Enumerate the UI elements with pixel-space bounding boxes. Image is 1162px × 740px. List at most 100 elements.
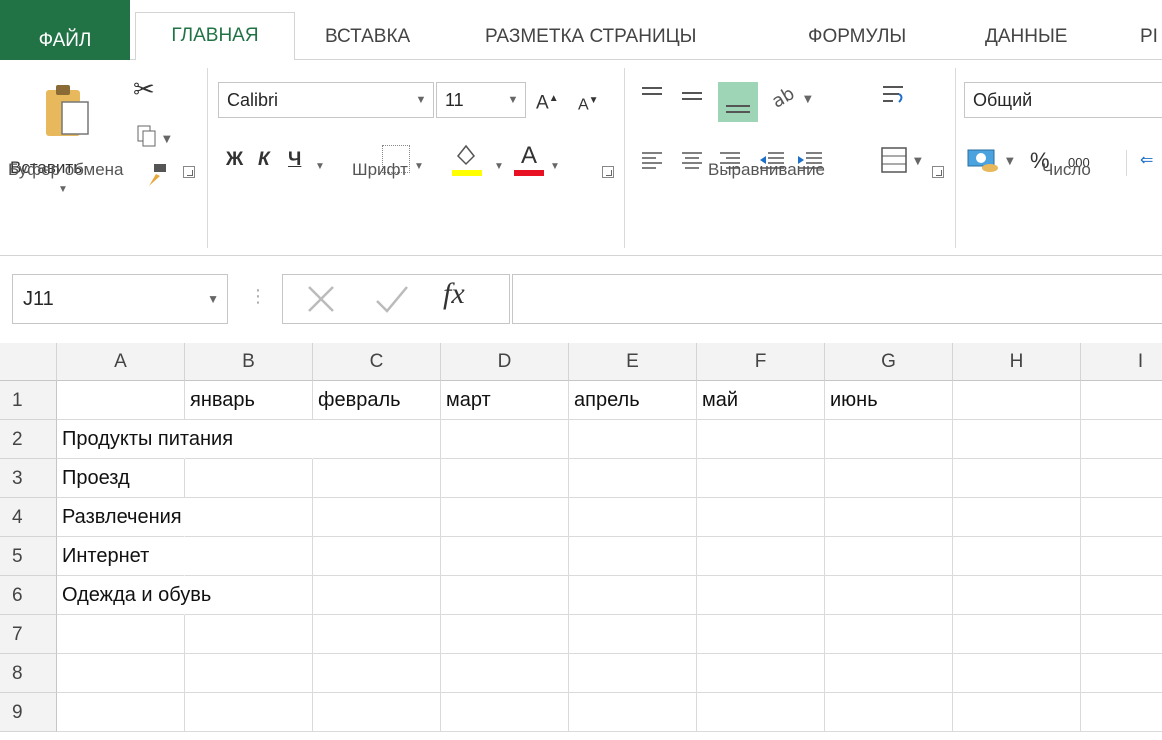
tab-home[interactable]: ГЛАВНАЯ (135, 12, 295, 61)
cell-e4[interactable] (569, 498, 697, 537)
tab-file[interactable]: ФАЙЛ (0, 0, 130, 60)
chevron-down-icon[interactable]: ▼ (501, 83, 525, 117)
cell-d6[interactable] (441, 576, 569, 615)
row-header-6[interactable]: 6 (0, 576, 57, 615)
cell-a8[interactable] (57, 654, 185, 693)
number-format-combo[interactable]: Общий (964, 82, 1162, 118)
tab-formulas[interactable]: ФОРМУЛЫ (808, 14, 906, 60)
cell-a2[interactable]: Продукты питания (57, 420, 233, 459)
row-header-5[interactable]: 5 (0, 537, 57, 576)
font-name-combo[interactable]: Calibri ▼ (218, 82, 434, 118)
chevron-down-icon[interactable]: ▼ (207, 275, 219, 323)
chevron-down-icon[interactable]: ▼ (494, 152, 504, 182)
cell-f5[interactable] (697, 537, 825, 576)
column-header-d[interactable]: D (441, 343, 569, 381)
underline-button[interactable]: Ч (288, 145, 301, 175)
cell-c7[interactable] (313, 615, 441, 654)
cell-b7[interactable] (185, 615, 313, 654)
cell-b9[interactable] (185, 693, 313, 732)
resize-handle-icon[interactable]: ⋮ (249, 286, 267, 307)
cell-f8[interactable] (697, 654, 825, 693)
font-color-button[interactable]: A (514, 142, 544, 178)
cell-g3[interactable] (825, 459, 953, 498)
paste-button[interactable]: Вставить ▼ (10, 80, 130, 200)
cell-d8[interactable] (441, 654, 569, 693)
cell-e9[interactable] (569, 693, 697, 732)
cell-e3[interactable] (569, 459, 697, 498)
cell-a4[interactable]: Развлечения (57, 498, 185, 537)
font-launcher-icon[interactable] (602, 166, 614, 178)
tab-page-layout[interactable]: РАЗМЕТКА СТРАНИЦЫ (485, 14, 697, 60)
font-size-combo[interactable]: 11 ▼ (436, 82, 526, 118)
cell-i9[interactable] (1081, 693, 1162, 732)
cell-g1[interactable]: июнь (825, 381, 953, 420)
cell-h5[interactable] (953, 537, 1081, 576)
cell-f6[interactable] (697, 576, 825, 615)
cell-e7[interactable] (569, 615, 697, 654)
cell-h6[interactable] (953, 576, 1081, 615)
cell-g7[interactable] (825, 615, 953, 654)
cell-b5[interactable] (185, 537, 313, 576)
cell-g8[interactable] (825, 654, 953, 693)
cell-f9[interactable] (697, 693, 825, 732)
cell-h4[interactable] (953, 498, 1081, 537)
cell-i7[interactable] (1081, 615, 1162, 654)
grow-font-icon[interactable]: A▲ (536, 84, 559, 118)
cancel-icon[interactable] (301, 279, 341, 319)
bold-button[interactable]: Ж (226, 145, 243, 175)
row-header-3[interactable]: 3 (0, 459, 57, 498)
cell-i8[interactable] (1081, 654, 1162, 693)
cell-a9[interactable] (57, 693, 185, 732)
cell-h7[interactable] (953, 615, 1081, 654)
cell-a3[interactable]: Проезд (57, 459, 185, 498)
cell-b1[interactable]: январь (185, 381, 313, 420)
chevron-down-icon[interactable]: ▼ (414, 152, 424, 182)
cell-g6[interactable] (825, 576, 953, 615)
cell-e5[interactable] (569, 537, 697, 576)
align-top-icon[interactable] (640, 84, 664, 113)
column-header-g[interactable]: G (825, 343, 953, 381)
shrink-font-icon[interactable]: A▼ (578, 86, 599, 120)
alignment-launcher-icon[interactable] (932, 166, 944, 178)
cell-b8[interactable] (185, 654, 313, 693)
row-header-9[interactable]: 9 (0, 693, 57, 732)
insert-function-button[interactable]: fx (443, 277, 465, 311)
italic-button[interactable]: К (258, 145, 270, 175)
cell-g4[interactable] (825, 498, 953, 537)
cell-i2[interactable] (1081, 420, 1162, 459)
column-header-h[interactable]: H (953, 343, 1081, 381)
cell-a1[interactable] (57, 381, 185, 420)
cell-b4[interactable] (185, 498, 313, 537)
cell-i4[interactable] (1081, 498, 1162, 537)
cell-c6[interactable] (313, 576, 441, 615)
column-header-i[interactable]: I (1081, 343, 1162, 381)
cell-c9[interactable] (313, 693, 441, 732)
wrap-text-icon[interactable] (880, 82, 906, 115)
cell-i5[interactable] (1081, 537, 1162, 576)
cell-c4[interactable] (313, 498, 441, 537)
tab-insert[interactable]: ВСТАВКА (325, 14, 410, 60)
column-header-c[interactable]: C (313, 343, 441, 381)
column-header-f[interactable]: F (697, 343, 825, 381)
cell-h2[interactable] (953, 420, 1081, 459)
row-header-4[interactable]: 4 (0, 498, 57, 537)
cell-d5[interactable] (441, 537, 569, 576)
column-header-b[interactable]: B (185, 343, 313, 381)
cell-d4[interactable] (441, 498, 569, 537)
cell-d9[interactable] (441, 693, 569, 732)
cell-i3[interactable] (1081, 459, 1162, 498)
align-middle-icon[interactable] (680, 84, 704, 113)
clipboard-launcher-icon[interactable] (183, 166, 195, 178)
cell-d1[interactable]: март (441, 381, 569, 420)
tab-partial[interactable]: РІ (1140, 14, 1158, 60)
cell-c5[interactable] (313, 537, 441, 576)
cell-a6[interactable]: Одежда и обувь (57, 576, 211, 615)
row-header-8[interactable]: 8 (0, 654, 57, 693)
cell-e2[interactable] (569, 420, 697, 459)
cell-c1[interactable]: февраль (313, 381, 441, 420)
currency-format-icon[interactable]: ▼ (966, 146, 1024, 179)
cell-g5[interactable] (825, 537, 953, 576)
row-header-7[interactable]: 7 (0, 615, 57, 654)
cell-a5[interactable]: Интернет (57, 537, 185, 576)
cell-e6[interactable] (569, 576, 697, 615)
